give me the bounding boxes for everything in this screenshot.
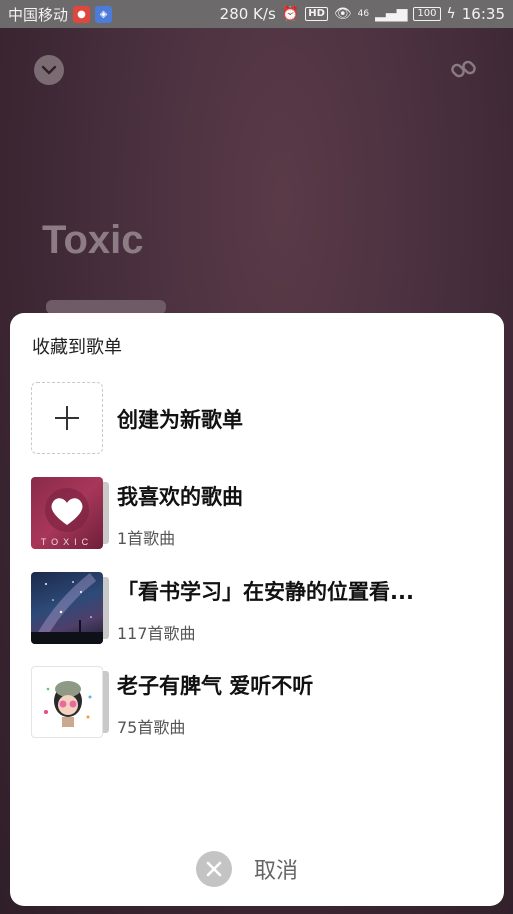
hd-icon: HD [305, 7, 328, 21]
playlist-count: 1首歌曲 [117, 529, 176, 548]
clock: 16:35 [461, 5, 505, 23]
playlist-item[interactable]: TOXIC 我喜欢的歌曲 1首歌曲 [10, 477, 504, 557]
create-playlist-thumb [31, 382, 103, 454]
battery-icon: 100 [413, 7, 441, 21]
playlist-count: 117首歌曲 [117, 624, 196, 643]
signal-icon: ▂▄▆ [375, 6, 408, 22]
playlist-name: 「看书学习」在安静的位置看... [117, 580, 414, 604]
add-to-playlist-sheet: 收藏到歌单 创建为新歌单 TOXIC 我喜欢的歌曲 1首歌曲 「看书学习」在安静… [10, 313, 504, 906]
cartoon-cover [31, 666, 103, 738]
playlist-name: 我喜欢的歌曲 [117, 485, 243, 509]
cover-text: TOXIC [41, 537, 93, 547]
liked-songs-cover: TOXIC [31, 477, 103, 549]
cancel-button[interactable]: 取消 [196, 850, 298, 888]
chevron-down-icon [41, 65, 57, 75]
night-sky-cover [31, 572, 103, 644]
carrier-label: 中国移动 [8, 5, 69, 24]
playlist-count: 75首歌曲 [117, 718, 186, 737]
link-icon [451, 60, 476, 78]
sheet-title: 收藏到歌单 [32, 337, 122, 358]
playlist-item[interactable]: 「看书学习」在安静的位置看... 117首歌曲 [10, 572, 504, 652]
song-title: Toxic [42, 218, 144, 262]
status-bar: 中国移动 ● ◈ 280 K/s ⏰ HD 👁 46 ▂▄▆ 100 ϟ 16:… [0, 0, 513, 28]
alarm-icon: ⏰ [281, 6, 300, 22]
playlist-name: 老子有脾气 爱听不听 [117, 674, 314, 698]
playlist-cover [31, 572, 111, 644]
cancel-label: 取消 [254, 859, 299, 884]
close-icon [196, 851, 232, 887]
galaxy-image [31, 573, 103, 644]
playlist-cover: TOXIC [31, 477, 111, 549]
artist-placeholder [46, 300, 166, 314]
plus-icon [55, 406, 79, 430]
charging-icon: ϟ [446, 6, 456, 22]
create-playlist-label: 创建为新歌单 [117, 408, 243, 432]
share-link-button[interactable] [448, 54, 480, 86]
playlist-cover [31, 666, 111, 738]
net-speed: 280 K/s [219, 5, 276, 23]
heart-icon: TOXIC [41, 488, 93, 547]
app-notification-icon: ◈ [95, 5, 113, 23]
microphone-icon: ● [73, 5, 91, 23]
create-playlist-row[interactable]: 创建为新歌单 [10, 382, 504, 462]
network-type: 46 [357, 8, 370, 19]
cartoon-avatar-image [44, 681, 92, 727]
eye-icon: 👁 [333, 6, 352, 22]
playlist-item[interactable]: 老子有脾气 爱听不听 75首歌曲 [10, 666, 504, 746]
collapse-button[interactable] [34, 55, 64, 85]
